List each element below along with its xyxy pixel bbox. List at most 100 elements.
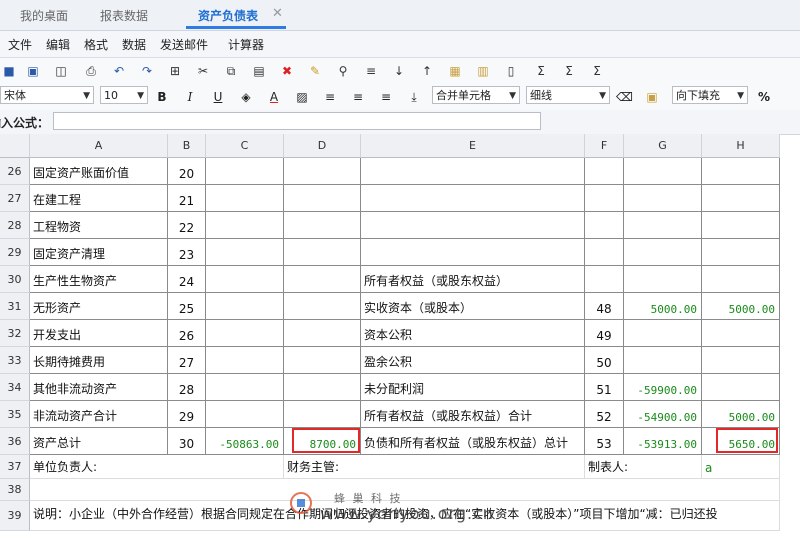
cell-d[interactable] (284, 266, 361, 293)
cell-c[interactable] (206, 374, 284, 401)
row-header[interactable]: 38 (0, 479, 30, 501)
row-header[interactable]: 29 (0, 239, 30, 266)
cell-a[interactable]: 单位负责人: (30, 455, 284, 479)
cell-c[interactable] (206, 185, 284, 212)
row-header[interactable]: 32 (0, 320, 30, 347)
cell-f[interactable]: 53 (585, 428, 624, 455)
column-header[interactable]: A (30, 134, 168, 158)
cell-a[interactable]: 在建工程 (30, 185, 168, 212)
cell-d[interactable]: 财务主管: (284, 455, 585, 479)
cell-a[interactable]: 开发支出 (30, 320, 168, 347)
cell-f[interactable] (585, 212, 624, 239)
grid-icon[interactable]: ⊞ (166, 62, 184, 80)
tab-balance-sheet[interactable]: 资产负债表 (198, 6, 258, 26)
bold-button[interactable]: B (154, 88, 170, 106)
cell-g[interactable] (624, 185, 702, 212)
cell-c[interactable] (206, 401, 284, 428)
cell-d[interactable] (284, 347, 361, 374)
find-icon[interactable]: ⚲ (334, 62, 352, 80)
cell-a[interactable]: 固定资产账面价值 (30, 158, 168, 185)
cell-a[interactable]: 固定资产清理 (30, 239, 168, 266)
row-header[interactable]: 30 (0, 266, 30, 293)
cell-e[interactable] (361, 212, 585, 239)
cell-e[interactable]: 实收资本（或股本） (361, 293, 585, 320)
paste-format-icon[interactable]: ▣ (644, 88, 660, 106)
cell-g[interactable]: -54900.00 (624, 401, 702, 428)
cell-b[interactable]: 21 (168, 185, 206, 212)
cell-g[interactable] (624, 347, 702, 374)
cell-g[interactable] (624, 158, 702, 185)
cell-a[interactable]: 其他非流动资产 (30, 374, 168, 401)
undo-icon[interactable]: ↶ (110, 62, 128, 80)
column-header[interactable]: B (168, 134, 206, 158)
cell-h[interactable] (702, 374, 780, 401)
row-header[interactable]: 36 (0, 428, 30, 455)
row-header[interactable]: 27 (0, 185, 30, 212)
copy-icon[interactable]: ⧉ (222, 62, 240, 80)
replace-icon[interactable]: ≡ (362, 62, 380, 80)
cell-b[interactable]: 24 (168, 266, 206, 293)
cell-e[interactable]: 未分配利润 (361, 374, 585, 401)
align-right-icon[interactable]: ≡ (378, 88, 394, 106)
italic-button[interactable]: I (182, 88, 198, 106)
cell-c[interactable] (206, 212, 284, 239)
cell-g[interactable] (624, 239, 702, 266)
cell-a[interactable]: 长期待摊费用 (30, 347, 168, 374)
cell-g[interactable]: -59900.00 (624, 374, 702, 401)
align-left-icon[interactable]: ≡ (322, 88, 338, 106)
column-header[interactable]: C (206, 134, 284, 158)
cell-d[interactable] (284, 374, 361, 401)
cell-f[interactable] (585, 185, 624, 212)
cell-c[interactable] (206, 320, 284, 347)
cell-b[interactable]: 30 (168, 428, 206, 455)
tab-desktop[interactable]: 我的桌面 (20, 6, 68, 26)
cell-c[interactable]: -50863.00 (206, 428, 284, 455)
fill-color-icon[interactable]: ◈ (238, 88, 254, 106)
cell-g[interactable] (624, 212, 702, 239)
row-header[interactable]: 31 (0, 293, 30, 320)
font-size-select[interactable]: 10 ▼ (100, 86, 148, 104)
cell-d[interactable] (284, 320, 361, 347)
cell-h[interactable]: 5000.00 (702, 293, 780, 320)
cell-c[interactable] (206, 266, 284, 293)
menu-send-mail[interactable]: 发送邮件 (160, 36, 208, 53)
cell-e[interactable]: 盈余公积 (361, 347, 585, 374)
cell-e[interactable]: 负债和所有者权益（或股东权益）总计 (361, 428, 585, 455)
cell-a[interactable]: 非流动资产合计 (30, 401, 168, 428)
cell-b[interactable]: 25 (168, 293, 206, 320)
cell-f[interactable]: 52 (585, 401, 624, 428)
cell-e[interactable]: 资本公积 (361, 320, 585, 347)
row-header[interactable]: 28 (0, 212, 30, 239)
sum-icon[interactable]: Σ (532, 62, 550, 80)
cell-a[interactable]: 资产总计 (30, 428, 168, 455)
cell-c[interactable] (206, 239, 284, 266)
merge-cells-select[interactable]: 合并单元格 ▼ (432, 86, 520, 104)
cell-c[interactable] (206, 158, 284, 185)
percent-button[interactable]: % (756, 88, 772, 106)
cell-f[interactable] (585, 239, 624, 266)
cell-e[interactable] (361, 239, 585, 266)
underline-button[interactable]: U (210, 88, 226, 106)
fill-down-select[interactable]: 向下填充 ▼ (672, 86, 748, 104)
menu-data[interactable]: 数据 (122, 36, 146, 53)
save-as-icon[interactable]: ▣ (24, 62, 42, 80)
cell-h[interactable] (702, 347, 780, 374)
cell-g[interactable] (624, 266, 702, 293)
menu-calculator[interactable]: 计算器 (228, 36, 264, 53)
cell-f[interactable] (585, 158, 624, 185)
row-header[interactable]: 35 (0, 401, 30, 428)
corner-header[interactable] (0, 134, 30, 158)
cell-c[interactable] (206, 293, 284, 320)
column-header[interactable]: G (624, 134, 702, 158)
cell-g[interactable]: a (702, 455, 780, 479)
cell-d[interactable] (284, 401, 361, 428)
cell-b[interactable]: 23 (168, 239, 206, 266)
sheet-icon[interactable]: ▯ (502, 62, 520, 80)
cell-f[interactable]: 49 (585, 320, 624, 347)
cell-d[interactable] (284, 293, 361, 320)
cell-b[interactable]: 22 (168, 212, 206, 239)
cell-f[interactable]: 48 (585, 293, 624, 320)
delete-icon[interactable]: ✖ (278, 62, 296, 80)
cell-h[interactable] (702, 185, 780, 212)
column-header[interactable]: F (585, 134, 624, 158)
